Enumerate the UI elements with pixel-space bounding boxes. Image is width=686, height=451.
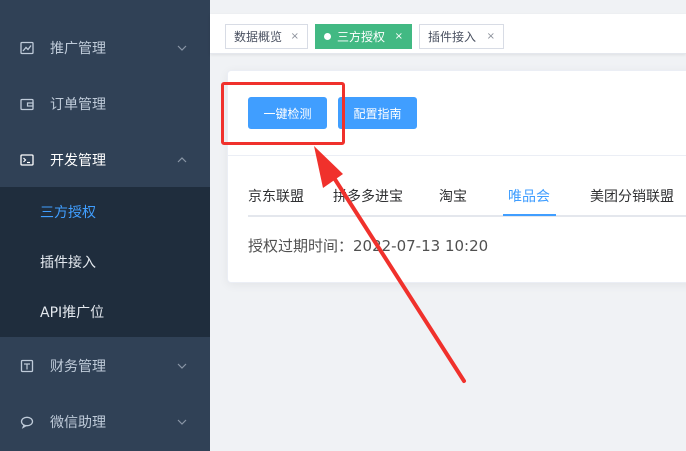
- tab-meituan[interactable]: 美团分销联盟: [590, 186, 674, 206]
- sidebar-item-finance[interactable]: 财务管理: [0, 338, 210, 394]
- sidebar-subitem-api[interactable]: API推广位: [0, 287, 210, 337]
- tag-third-party-auth[interactable]: 三方授权 ×: [315, 24, 412, 49]
- active-dot-icon: [324, 33, 331, 40]
- wechat-icon: [20, 416, 34, 429]
- sidebar-item-dev[interactable]: 开发管理: [0, 132, 210, 188]
- chevron-up-icon: [177, 157, 187, 163]
- auth-expire-text: 授权过期时间：2022-07-13 10:20: [248, 237, 489, 255]
- chevron-down-icon: [177, 419, 187, 425]
- sidebar-item-label: 微信助理: [50, 415, 106, 431]
- finance-icon: [20, 359, 34, 373]
- wallet-icon: [20, 98, 34, 111]
- tab-vip[interactable]: 唯品会: [508, 186, 550, 206]
- sidebar-item-wechat[interactable]: 微信助理: [0, 394, 210, 450]
- sidebar-subitem-label: 插件接入: [40, 255, 96, 271]
- tag-plugin[interactable]: 插件接入 ×: [419, 24, 504, 49]
- sidebar-item-label: 开发管理: [50, 153, 106, 169]
- tab-pdd[interactable]: 拼多多进宝: [333, 186, 403, 206]
- sidebar: 推广管理 订单管理 开发管理 三方授权 插件接入 API推广位 财务管理 微信助…: [0, 0, 210, 451]
- tag-label: 插件接入: [428, 30, 477, 44]
- sidebar-submenu-dev: 三方授权 插件接入 API推广位: [0, 187, 210, 337]
- tag-data-overview[interactable]: 数据概览 ×: [225, 24, 308, 49]
- tab-jd[interactable]: 京东联盟: [248, 186, 304, 206]
- sidebar-subitem-third-party-auth[interactable]: 三方授权: [0, 187, 210, 237]
- tab-taobao[interactable]: 淘宝: [439, 186, 467, 206]
- config-guide-button[interactable]: 配置指南: [338, 97, 417, 129]
- sidebar-item-label: 推广管理: [50, 41, 106, 57]
- close-icon[interactable]: ×: [487, 31, 495, 42]
- tags-view: 数据概览 × 三方授权 × 插件接入 ×: [210, 14, 686, 54]
- sidebar-item-promotion[interactable]: 推广管理: [0, 20, 210, 76]
- app-root: 推广管理 订单管理 开发管理 三方授权 插件接入 API推广位 财务管理 微信助…: [0, 0, 686, 451]
- tag-label: 数据概览: [234, 30, 283, 44]
- active-tab-underline: [503, 214, 556, 216]
- platform-tabs: 京东联盟 拼多多进宝 淘宝 唯品会 美团分销联盟: [248, 186, 686, 217]
- close-icon[interactable]: ×: [291, 31, 299, 42]
- tabs-baseline: [248, 215, 686, 217]
- divider: [228, 155, 686, 156]
- sidebar-item-label: 财务管理: [50, 359, 106, 375]
- annotation-highlight-box: [221, 82, 345, 145]
- sidebar-item-orders[interactable]: 订单管理: [0, 76, 210, 132]
- chevron-down-icon: [177, 363, 187, 369]
- sidebar-subitem-label: API推广位: [40, 305, 105, 321]
- chevron-down-icon: [177, 45, 187, 51]
- sidebar-subitem-label: 三方授权: [40, 205, 96, 221]
- chart-icon: [20, 41, 34, 55]
- sidebar-subitem-plugin[interactable]: 插件接入: [0, 237, 210, 287]
- tag-label: 三方授权: [337, 30, 386, 44]
- sidebar-item-label: 订单管理: [50, 97, 106, 113]
- close-icon[interactable]: ×: [395, 31, 403, 42]
- terminal-icon: [20, 154, 34, 166]
